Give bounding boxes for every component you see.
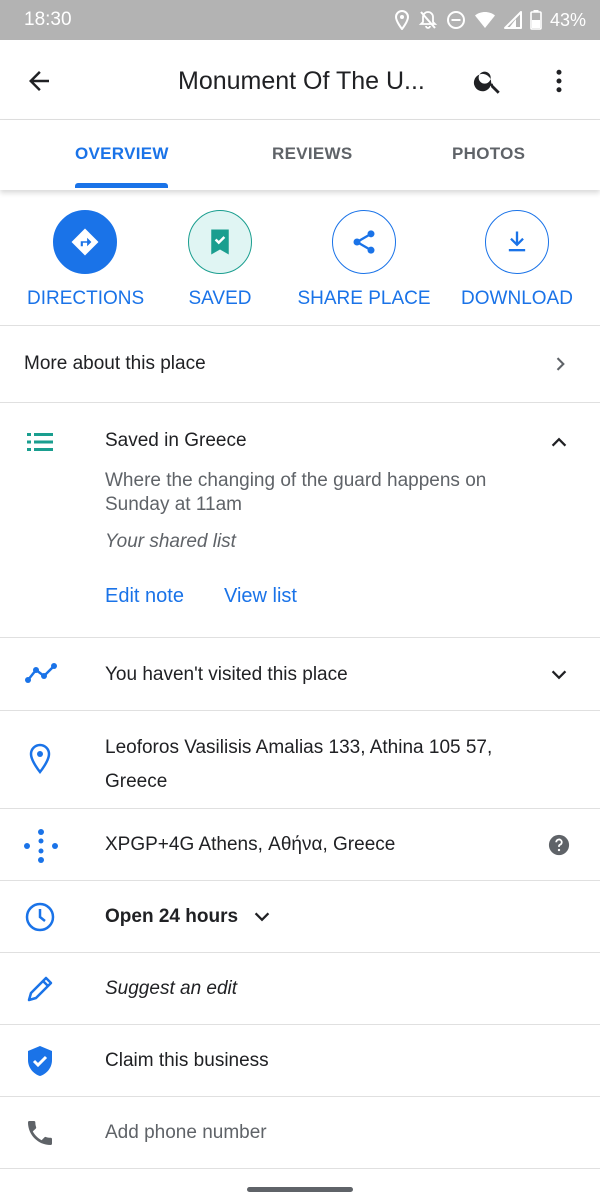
more-about-row[interactable]: More about this place xyxy=(0,326,600,403)
battery-icon xyxy=(530,10,542,30)
chevron-right-icon xyxy=(550,354,570,379)
address-text: Leoforos Vasilisis Amalias 133, Athina 1… xyxy=(105,737,493,792)
bookmark-check-icon xyxy=(188,210,252,274)
verified-shield-icon xyxy=(24,1044,56,1083)
hours-row[interactable]: Open 24 hours xyxy=(0,881,600,953)
chevron-up-icon[interactable] xyxy=(548,431,570,458)
add-phone-label: Add phone number xyxy=(105,1122,267,1143)
share-icon xyxy=(332,210,396,274)
address-row[interactable]: Leoforos Vasilisis Amalias 133, Athina 1… xyxy=(0,711,600,809)
action-buttons: DIRECTIONS SAVED SHARE PLACE DOWNLOAD xyxy=(0,190,600,326)
status-icons: 43% xyxy=(394,8,586,32)
directions-label: DIRECTIONS xyxy=(27,288,145,309)
suggest-edit-label: Suggest an edit xyxy=(105,978,238,999)
saved-list-title: Saved in Greece xyxy=(105,430,247,451)
battery-percent: 43% xyxy=(549,9,586,30)
visited-row[interactable]: You haven't visited this place xyxy=(0,638,600,711)
download-icon xyxy=(485,210,549,274)
help-icon[interactable] xyxy=(548,834,570,861)
saved-list-section: Saved in Greece Where the changing of th… xyxy=(0,403,600,638)
tab-reviews[interactable]: REVIEWS xyxy=(272,144,353,164)
list-icon xyxy=(24,431,56,458)
plus-code-icon xyxy=(22,827,60,870)
share-label: SHARE PLACE xyxy=(297,288,431,309)
location-icon xyxy=(394,10,410,30)
location-pin-icon xyxy=(28,743,52,780)
notifications-off-icon xyxy=(418,10,438,30)
saved-note: Where the changing of the guard happens … xyxy=(105,470,487,515)
saved-label: SAVED xyxy=(188,288,252,309)
chevron-down-icon xyxy=(251,906,273,933)
search-icon[interactable] xyxy=(472,65,504,97)
status-bar: 18:30 43% xyxy=(0,0,600,40)
back-arrow-icon[interactable] xyxy=(24,66,54,96)
edit-note-link[interactable]: Edit note xyxy=(105,585,184,608)
timeline-icon xyxy=(24,662,58,691)
share-place-button[interactable]: SHARE PLACE xyxy=(296,210,432,310)
tab-photos[interactable]: PHOTOS xyxy=(452,144,525,164)
phone-icon xyxy=(24,1117,56,1154)
more-about-label: More about this place xyxy=(24,353,206,374)
view-list-link[interactable]: View list xyxy=(224,585,297,608)
status-time: 18:30 xyxy=(24,9,72,30)
tab-overview[interactable]: OVERVIEW xyxy=(75,144,169,164)
claim-business-row[interactable]: Claim this business xyxy=(0,1025,600,1097)
more-vert-icon[interactable] xyxy=(544,65,574,97)
directions-icon xyxy=(53,210,117,274)
plus-code-text: XPGP+4G Athens, Αθήνα, Greece xyxy=(105,834,396,855)
pencil-icon xyxy=(24,973,56,1010)
add-phone-row[interactable]: Add phone number xyxy=(0,1097,600,1169)
suggest-edit-row[interactable]: Suggest an edit xyxy=(0,953,600,1025)
do-not-disturb-icon xyxy=(446,10,466,30)
tab-bar: OVERVIEW REVIEWS PHOTOS xyxy=(0,120,600,190)
hours-text: Open 24 hours xyxy=(105,906,239,927)
gesture-nav-handle[interactable] xyxy=(247,1187,353,1192)
wifi-icon xyxy=(474,11,496,29)
clock-icon xyxy=(24,901,56,938)
saved-button[interactable]: SAVED xyxy=(180,210,260,310)
download-button[interactable]: DOWNLOAD xyxy=(460,210,574,310)
visited-label: You haven't visited this place xyxy=(105,664,348,685)
claim-business-label: Claim this business xyxy=(105,1050,269,1071)
chevron-down-icon xyxy=(548,664,570,691)
signal-icon xyxy=(503,11,522,29)
directions-button[interactable]: DIRECTIONS xyxy=(27,210,145,310)
saved-list-name: Your shared list xyxy=(105,531,236,552)
plus-code-row[interactable]: XPGP+4G Athens, Αθήνα, Greece xyxy=(0,809,600,881)
page-title: Monument Of The U... xyxy=(178,67,425,95)
tab-indicator xyxy=(75,183,168,188)
download-label: DOWNLOAD xyxy=(461,288,573,309)
app-bar: Monument Of The U... xyxy=(0,40,600,120)
